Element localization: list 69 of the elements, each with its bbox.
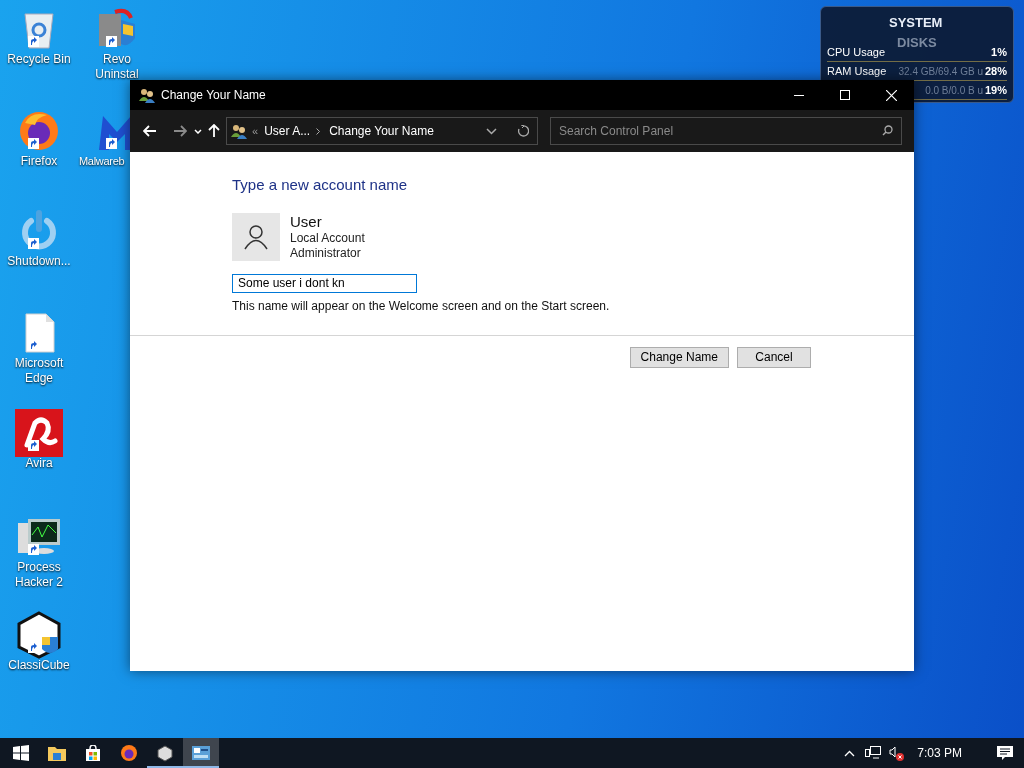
shortcut-arrow-icon [28, 36, 39, 47]
icon-label[interactable]: Microsoft Edge [2, 356, 76, 386]
icon-label[interactable]: ClassiCube [2, 658, 76, 673]
window-title: Change Your Name [161, 87, 267, 104]
windows-logo-icon [13, 745, 29, 761]
search-field[interactable]: Search Control Panel [550, 117, 902, 145]
clock[interactable]: 7:03 PM [917, 744, 962, 762]
control-panel-icon [192, 746, 210, 760]
firefox-icon [120, 744, 138, 762]
account-detail: Administrator [290, 245, 362, 261]
up-arrow-icon [208, 124, 220, 138]
metric-percent: 19% [985, 82, 1007, 98]
icon-label[interactable]: Firefox [2, 154, 76, 169]
avira-icon [15, 409, 63, 457]
shortcut-arrow-icon [28, 340, 39, 351]
hint-text: This name will appear on the Welcome screen and on the Start screen. [232, 297, 611, 315]
breadcrumb-separator-icon [316, 127, 321, 135]
cube-icon [157, 744, 173, 762]
user-name: User [290, 212, 323, 231]
page-heading: Type a new account name [232, 175, 409, 195]
icon-label[interactable]: Recycle Bin [2, 52, 76, 67]
metric-percent: 28% [985, 63, 1007, 79]
notification-icon [997, 745, 1013, 761]
name-field[interactable]: Some user i dont kn [232, 273, 417, 293]
taskbar-app-button[interactable] [183, 738, 219, 768]
network-icon[interactable] [865, 746, 882, 760]
metric-reading: 32.4 GB/69.4 GB u [898, 65, 983, 77]
users-icon [138, 87, 156, 103]
back-arrow-icon [143, 125, 157, 137]
metric-label: RAM Usage [827, 63, 888, 79]
user-silhouette-icon [244, 223, 268, 250]
icon-label[interactable]: Revo Uninstal [80, 52, 154, 82]
breadcrumb-overflow[interactable]: « [252, 122, 259, 140]
chevron-down-icon [486, 127, 497, 135]
shopping-bag-icon [85, 745, 101, 761]
icon-label[interactable]: Shutdown... [2, 254, 76, 269]
widget-subtitle: DISKS [897, 34, 937, 52]
shortcut-arrow-icon [106, 138, 117, 149]
forward-arrow-icon [173, 125, 187, 137]
metric-label: CPU Usage [827, 44, 887, 60]
minimize-icon [794, 94, 804, 96]
breadcrumb-item[interactable]: User A... [264, 122, 311, 140]
shortcut-arrow-icon [28, 238, 39, 249]
users-icon [230, 123, 248, 139]
chevron-up-icon [843, 749, 855, 757]
shortcut-arrow-icon [28, 642, 39, 653]
address-bar[interactable]: « User A... Change Your Name [226, 117, 538, 145]
shortcut-arrow-icon [28, 138, 39, 149]
muted-speaker-icon[interactable] [889, 745, 906, 761]
breadcrumb-item[interactable]: Change Your Name [329, 122, 486, 140]
chevron-down-icon [194, 128, 202, 134]
account-detail: Local Account [290, 230, 365, 246]
metric-percent: 1% [990, 44, 1007, 60]
cancel-button[interactable]: Cancel [737, 346, 811, 368]
shortcut-arrow-icon [28, 544, 39, 555]
metric-reading: 0.0 B/0.0 B u [925, 84, 983, 96]
icon-label[interactable]: Malwareb [79, 154, 125, 169]
maximize-icon [840, 90, 850, 100]
change-name-button[interactable]: Change Name [629, 346, 729, 368]
widget-title: SYSTEM [889, 14, 943, 32]
close-icon [885, 89, 897, 101]
shortcut-arrow-icon [28, 440, 39, 451]
cube-icon [16, 611, 62, 659]
refresh-icon[interactable] [517, 125, 529, 137]
shortcut-arrow-icon [106, 36, 117, 47]
folder-icon [48, 745, 66, 761]
icon-label[interactable]: Process Hacker 2 [2, 560, 76, 590]
search-icon [882, 125, 893, 136]
icon-label[interactable]: Avira [2, 456, 76, 471]
